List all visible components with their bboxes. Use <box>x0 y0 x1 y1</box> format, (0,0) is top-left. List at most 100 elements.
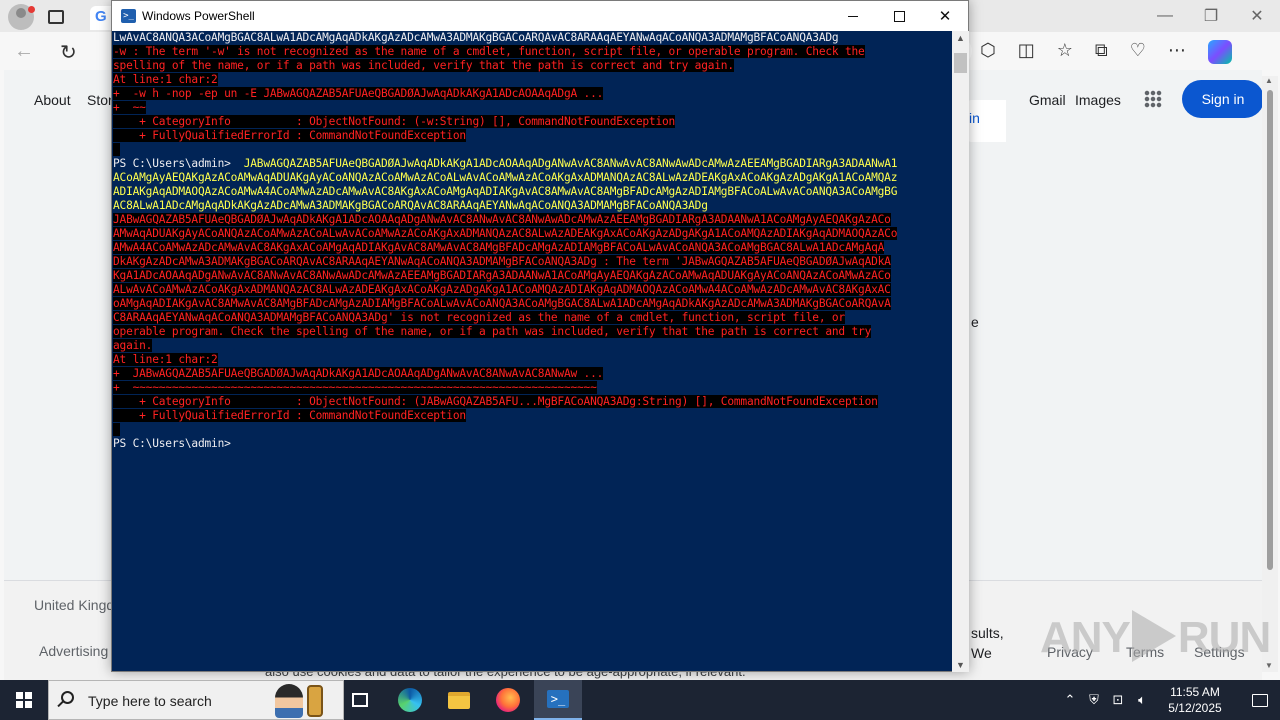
notification-dot <box>28 6 35 13</box>
error-text: DkAKgAzADcAMwA3ADMAKgBGACoARQAvAC8ARAAqA… <box>113 255 891 268</box>
console-output[interactable]: LwAvAC8ANQA3ACoAMgBGAC8ALwA1ADcAMgAqADkA… <box>113 31 951 671</box>
advertising-link[interactable]: Advertising <box>39 643 108 659</box>
error-text: AMwAqADUAKgAyACoANQAzACoAMwAzACoALwAvACo… <box>113 227 898 240</box>
country-label: United Kingd <box>34 597 115 613</box>
taskbar-file-explorer[interactable] <box>435 680 483 720</box>
error-text: C8ARAAqAEYANwAqACoANQA3ADMAMgBFACoANQA3A… <box>113 311 845 324</box>
search-highlight-image[interactable] <box>275 684 303 718</box>
console-scroll-thumb[interactable] <box>954 53 967 73</box>
search-placeholder: Type here to search <box>88 693 212 709</box>
browser-restore-button[interactable]: ❐ <box>1188 0 1234 32</box>
clock-time: 11:55 AM <box>1170 685 1220 699</box>
console-scroll-up-icon[interactable]: ▲ <box>956 33 965 43</box>
volume-icon[interactable]: 🔈︎ <box>1130 692 1154 708</box>
reload-button[interactable]: ↻ <box>60 40 77 65</box>
scrollbar-thumb[interactable] <box>1267 90 1273 570</box>
task-view-icon <box>352 693 368 707</box>
powershell-titlebar[interactable]: >_ Windows PowerShell ✕ <box>112 1 968 31</box>
error-text <box>113 143 120 156</box>
error-text: At line:1 char:2 <box>113 73 218 86</box>
collections-icon[interactable]: ⧉ <box>1095 40 1108 64</box>
console-line: again. <box>113 339 951 353</box>
signin-card-text[interactable]: in <box>969 110 980 126</box>
favorites-icon[interactable]: ☆ <box>1057 40 1073 64</box>
console-line: + CategoryInfo : ObjectNotFound: (JABwAG… <box>113 395 951 409</box>
error-text <box>113 423 120 436</box>
browser-minimize-button[interactable]: — <box>1142 0 1188 32</box>
close-button[interactable]: ✕ <box>922 1 968 31</box>
apps-grid-icon[interactable] <box>1144 90 1162 108</box>
powershell-window: >_ Windows PowerShell ✕ LwAvAC8ANQA3ACoA… <box>111 0 969 672</box>
start-button[interactable] <box>0 680 48 720</box>
taskbar-search-box[interactable]: Type here to search <box>48 680 344 720</box>
console-line: AC8ALwA1ADcAMgAqADkAKgAzADcAMwA3ADMAKgBG… <box>113 199 951 213</box>
console-line: ALwAvACoAMwAzACoAKgAxADMANQAzAC8ALwAzADE… <box>113 283 951 297</box>
console-line: operable program. Check the spelling of … <box>113 325 951 339</box>
console-line: + FullyQualifiedErrorId : CommandNotFoun… <box>113 409 951 423</box>
split-screen-icon[interactable]: ◫ <box>1018 40 1035 64</box>
system-tray: ⌃ ⛨ ⊡ 🔈︎ 11:55 AM 5/12/2025 <box>1058 680 1280 720</box>
console-command: JABwAGQAZAB5AFUAeQBGADØAJwAqADkAKgA1ADcA… <box>243 157 898 170</box>
console-text: LwAvAC8ANQA3ACoAMgBGAC8ALwA1ADcAMgAqADkA… <box>113 31 839 44</box>
search-icon <box>61 691 74 704</box>
sign-in-button[interactable]: Sign in <box>1182 80 1264 118</box>
firefox-icon <box>496 688 520 712</box>
console-line: + -w h -nop -ep un -E JABwAGQAZAB5AFUAeQ… <box>113 87 951 101</box>
minimize-button[interactable] <box>830 1 876 31</box>
console-line: + JABwAGQAZAB5AFUAeQBGADØAJwAqADkAKgA1AD… <box>113 367 951 381</box>
browser-scrollbar[interactable]: ▲ ▼ <box>1262 76 1278 672</box>
tab-actions-icon[interactable] <box>48 10 64 24</box>
console-line: ADIAKgAqADMAOQAzACoAMwA4ACoAMwAzADcAMwAv… <box>113 185 951 199</box>
notification-center-button[interactable] <box>1240 680 1280 720</box>
scroll-up-arrow-icon[interactable]: ▲ <box>1265 76 1273 85</box>
console-line: LwAvAC8ANQA3ACoAMgBGAC8ALwA1ADcAMgAqADkA… <box>113 31 951 45</box>
console-line: -w : The term '-w' is not recognized as … <box>113 45 951 59</box>
console-line: PS C:\Users\admin> <box>113 437 951 451</box>
browser-essentials-icon[interactable]: ♡ <box>1130 40 1146 64</box>
error-text: AMwA4ACoAMwAzADcAMwAvAC8AKgAxACoAMgAqADI… <box>113 241 885 254</box>
store-link[interactable]: Stor <box>87 92 113 108</box>
watermark-right: RUN <box>1177 613 1271 662</box>
watermark-left: ANY <box>1040 613 1131 662</box>
console-text: AC8ALwA1ADcAMgAqADkAKgAzADcAMwA3ADMAKgBG… <box>113 199 708 212</box>
clock[interactable]: 11:55 AM 5/12/2025 <box>1160 684 1230 716</box>
about-link[interactable]: About <box>34 92 71 108</box>
console-line: + ~~~~~~~~~~~~~~~~~~~~~~~~~~~~~~~~~~~~~~… <box>113 381 951 395</box>
extensions-icon[interactable]: ⬡ <box>980 40 996 64</box>
task-view-button[interactable] <box>336 680 384 720</box>
error-text: JABwAGQAZAB5AFUAeQBGADØAJwAqADkAKgA1ADcA… <box>113 213 891 226</box>
console-scroll-down-icon[interactable]: ▼ <box>956 660 965 670</box>
network-icon[interactable]: ⊡ <box>1106 692 1130 708</box>
back-button[interactable]: ← <box>14 40 34 65</box>
anyrun-watermark: ANY RUN <box>1040 610 1271 663</box>
console-prompt: PS C:\Users\admin> <box>113 157 244 170</box>
error-text: + -w h -nop -ep un -E JABwAGQAZAB5AFUAeQ… <box>113 87 604 100</box>
console-line: ACoAMgAyAEQAKgAzACoAMwAqADUAKgAyACoANQAz… <box>113 171 951 185</box>
powershell-icon: >_ <box>121 9 136 23</box>
images-link[interactable]: Images <box>1075 92 1121 108</box>
console-scrollbar[interactable]: ▲ ▼ <box>952 31 969 672</box>
maximize-button[interactable] <box>876 1 922 31</box>
console-line: At line:1 char:2 <box>113 73 951 87</box>
copilot-icon[interactable] <box>1207 40 1232 64</box>
error-text: + FullyQualifiedErrorId : CommandNotFoun… <box>113 409 466 422</box>
taskbar-firefox[interactable] <box>484 680 532 720</box>
error-text: -w : The term '-w' is not recognized as … <box>113 45 865 58</box>
window-title: Windows PowerShell <box>142 9 255 23</box>
error-text: + ~~ <box>113 101 146 114</box>
console-line <box>113 423 951 437</box>
windows-logo-icon <box>16 692 32 708</box>
more-menu-icon[interactable]: ⋯ <box>1168 40 1186 64</box>
chevron-up-icon[interactable]: ⌃ <box>1058 692 1082 708</box>
lantern-icon <box>307 685 323 717</box>
browser-close-button[interactable]: ✕ <box>1234 0 1280 32</box>
error-text: At line:1 char:2 <box>113 353 218 366</box>
taskbar-edge[interactable] <box>386 680 434 720</box>
gmail-link[interactable]: Gmail <box>1029 92 1066 108</box>
taskbar-powershell[interactable]: >_ <box>534 680 582 720</box>
security-icon[interactable]: ⛨ <box>1082 692 1106 708</box>
console-text: ACoAMgAyAEQAKgAzACoAMwAqADUAKgAyACoANQAz… <box>113 171 898 184</box>
error-text: + FullyQualifiedErrorId : CommandNotFoun… <box>113 129 466 142</box>
powershell-taskbar-icon: >_ <box>547 690 569 708</box>
error-text: + CategoryInfo : ObjectNotFound: (JABwAG… <box>113 395 878 408</box>
